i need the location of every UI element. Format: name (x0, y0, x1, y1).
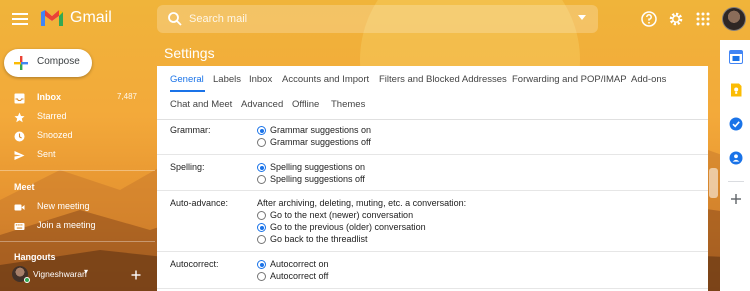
nav-item-label: Sent (37, 149, 56, 159)
page-title: Settings (164, 45, 215, 61)
nav-item-starred[interactable]: Starred (0, 108, 155, 127)
app-name[interactable]: Gmail (70, 9, 112, 27)
row-divider (157, 251, 708, 252)
contacts-icon[interactable] (729, 151, 743, 165)
nav-item-snoozed[interactable]: Snoozed (0, 127, 155, 146)
search-input[interactable] (189, 9, 569, 29)
option-label: Autocorrect off (270, 271, 329, 281)
settings-panel: General Labels Inbox Accounts and Import… (157, 66, 708, 291)
meet-heading: Meet (14, 182, 35, 192)
tab-offline[interactable]: Offline (292, 99, 319, 110)
search-bar[interactable] (157, 5, 598, 33)
row-divider (157, 154, 708, 155)
tab-general[interactable]: General (170, 74, 204, 85)
hangouts-user-name: Vigneshwaran (33, 269, 87, 279)
radio-button[interactable] (257, 235, 266, 244)
tab-filters[interactable]: Filters and Blocked Addresses (379, 74, 507, 85)
search-options-dropdown-icon[interactable] (578, 15, 586, 20)
tasks-icon[interactable] (729, 117, 743, 131)
left-nav: Compose Inbox 7,487 Starred Snoozed Sent… (0, 40, 155, 291)
add-icon[interactable] (131, 270, 141, 280)
menu-icon-bar (12, 23, 28, 25)
auto-advance-description: After archiving, deleting, muting, etc. … (257, 198, 467, 208)
compose-button[interactable]: Compose (4, 49, 92, 77)
active-tab-indicator (170, 90, 205, 92)
nav-item-label: Inbox (37, 92, 61, 102)
nav-item-label: Starred (37, 111, 67, 121)
side-panel (720, 40, 750, 291)
account-avatar[interactable] (722, 7, 746, 31)
nav-item-sent[interactable]: Sent (0, 146, 155, 165)
keep-icon[interactable] (729, 83, 743, 97)
keyboard-icon (14, 223, 25, 230)
radio-button[interactable] (257, 272, 266, 281)
gmail-logo-icon[interactable] (40, 8, 64, 28)
calendar-icon[interactable] (729, 50, 743, 64)
radio-button[interactable] (257, 211, 266, 220)
tab-forwarding-pop-imap[interactable]: Forwarding and POP/IMAP (512, 74, 627, 85)
row-divider (157, 190, 708, 191)
option-label: Autocorrect on (270, 259, 329, 269)
option-label: Spelling suggestions off (270, 174, 365, 184)
spelling-label: Spelling: (170, 162, 205, 172)
auto-advance-label: Auto-advance: (170, 198, 229, 208)
settings-gear-icon[interactable] (667, 10, 685, 28)
compose-label: Compose (37, 56, 80, 67)
tab-inbox[interactable]: Inbox (249, 74, 272, 85)
online-status-dot (24, 277, 30, 283)
tab-chat-and-meet[interactable]: Chat and Meet (170, 99, 232, 110)
radio-button[interactable] (257, 175, 266, 184)
tab-add-ons[interactable]: Add-ons (631, 74, 666, 85)
radio-button[interactable] (257, 138, 266, 147)
nav-item-join-meeting[interactable]: Join a meeting (0, 217, 155, 236)
radio-button[interactable] (257, 126, 266, 135)
apps-grid-icon[interactable] (694, 10, 712, 28)
tab-advanced[interactable]: Advanced (241, 99, 283, 110)
help-icon[interactable] (640, 10, 658, 28)
nav-item-label: New meeting (37, 201, 90, 211)
nav-item-new-meeting[interactable]: New meeting (0, 198, 155, 217)
grammar-label: Grammar: (170, 125, 211, 135)
star-icon (14, 112, 25, 123)
clock-icon (14, 131, 25, 142)
nav-item-label: Snoozed (37, 130, 73, 140)
get-add-ons-plus-icon[interactable] (730, 193, 742, 205)
tabs-divider (157, 119, 708, 120)
tab-themes[interactable]: Themes (331, 99, 365, 110)
tab-accounts-and-import[interactable]: Accounts and Import (282, 74, 369, 85)
hangouts-heading: Hangouts (14, 252, 56, 262)
row-divider (157, 288, 708, 289)
video-icon (14, 204, 25, 211)
hangouts-user[interactable]: Vigneshwaran ▾ (0, 266, 155, 286)
radio-button[interactable] (257, 163, 266, 172)
chevron-down-icon[interactable]: ▾ (84, 267, 88, 276)
scrollbar-thumb[interactable] (709, 168, 718, 198)
inbox-icon (14, 93, 25, 104)
option-label: Spelling suggestions on (270, 162, 366, 172)
nav-divider (0, 170, 155, 171)
nav-item-inbox[interactable]: Inbox 7,487 (0, 89, 155, 108)
radio-button[interactable] (257, 223, 266, 232)
inbox-unread-count: 7,487 (116, 92, 137, 101)
send-icon (14, 151, 25, 160)
nav-item-label: Join a meeting (37, 220, 96, 230)
option-label: Grammar suggestions on (270, 125, 372, 135)
autocorrect-label: Autocorrect: (170, 259, 219, 269)
menu-icon-bar (12, 13, 28, 15)
option-label: Go to the next (newer) conversation (270, 210, 414, 220)
option-label: Grammar suggestions off (270, 137, 371, 147)
main-menu-button[interactable] (11, 10, 29, 28)
tab-labels[interactable]: Labels (213, 74, 241, 85)
radio-button[interactable] (257, 260, 266, 269)
option-label: Go to the previous (older) conversation (270, 222, 426, 232)
top-bar: Gmail (0, 0, 750, 40)
option-label: Go back to the threadlist (270, 234, 368, 244)
nav-divider (0, 241, 155, 242)
search-icon[interactable] (167, 11, 183, 27)
menu-icon-bar (12, 18, 28, 20)
side-panel-divider (728, 181, 744, 182)
compose-plus-icon (14, 56, 28, 70)
